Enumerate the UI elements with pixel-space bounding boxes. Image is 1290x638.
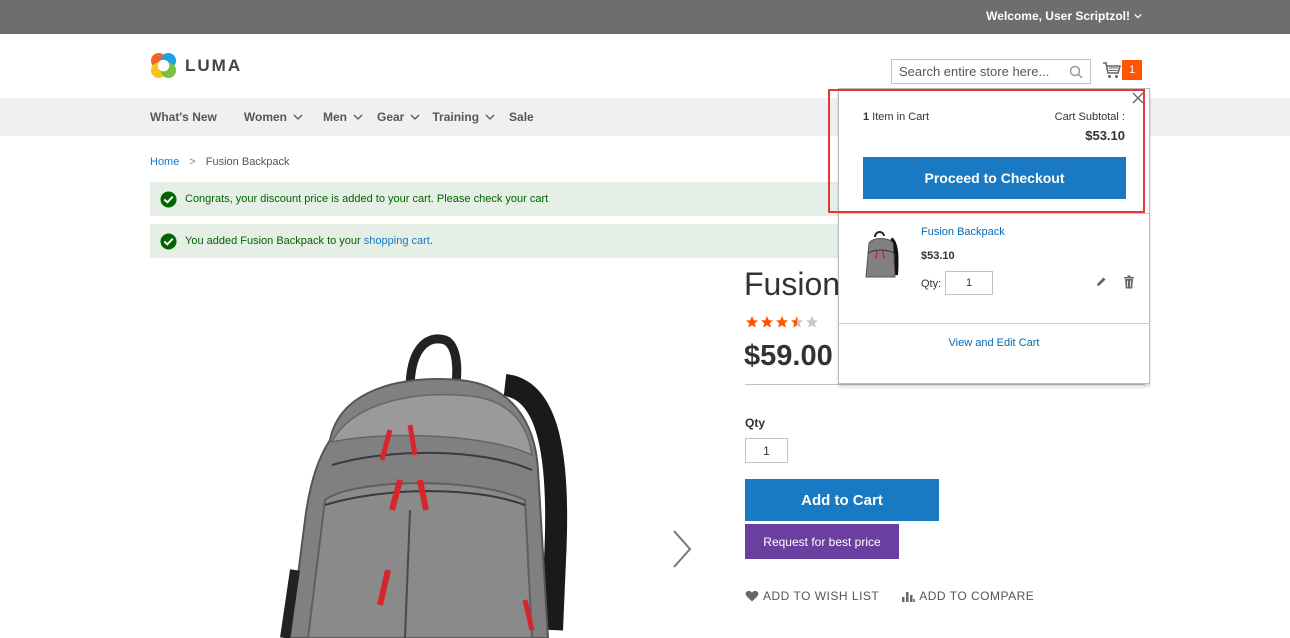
divider xyxy=(839,323,1149,324)
nav-item-label: Training xyxy=(432,110,480,124)
welcome-text: Welcome, User Scriptzol! xyxy=(986,9,1130,23)
search-box[interactable] xyxy=(891,59,1091,84)
shopping-cart-link[interactable]: shopping cart xyxy=(364,235,430,247)
cart-item-qty-input[interactable] xyxy=(945,271,993,295)
cart-item-name[interactable]: Fusion Backpack xyxy=(921,226,1005,238)
top-bar: Welcome, User Scriptzol! xyxy=(0,0,1290,34)
nav-item-label: Gear xyxy=(377,110,405,124)
chevron-down-icon xyxy=(1134,13,1142,19)
message-text: You added Fusion Backpack to your shoppi… xyxy=(185,235,433,247)
star-empty-icon xyxy=(806,316,818,328)
chevron-down-icon xyxy=(485,114,495,120)
edit-icon[interactable] xyxy=(1095,276,1107,288)
cart-item-qty-label: Qty: xyxy=(921,278,942,290)
star-icon xyxy=(761,316,773,328)
cart-icon[interactable] xyxy=(1102,60,1122,80)
chevron-right-icon[interactable] xyxy=(671,529,693,569)
check-circle-icon xyxy=(160,232,177,250)
nav-item-gear[interactable]: Gear xyxy=(377,110,420,124)
success-message-discount: Congrats, your discount price is added t… xyxy=(150,182,850,216)
message-text: Congrats, your discount price is added t… xyxy=(185,193,549,205)
store-logo[interactable]: LUMA xyxy=(150,52,242,79)
trash-icon[interactable] xyxy=(1123,275,1135,289)
nav-item-label: What's New xyxy=(150,110,217,124)
nav-item-training[interactable]: Training xyxy=(432,110,495,124)
product-image[interactable] xyxy=(270,330,590,638)
divider xyxy=(839,213,1149,214)
message-suffix: . xyxy=(429,235,433,247)
subtotal-value: $53.10 xyxy=(1085,128,1125,143)
search-input[interactable] xyxy=(899,64,1064,79)
check-circle-icon xyxy=(160,190,177,208)
star-icon xyxy=(746,316,758,328)
search-icon[interactable] xyxy=(1069,65,1083,79)
nav-item-women[interactable]: Women xyxy=(244,110,303,124)
breadcrumb-home[interactable]: Home xyxy=(150,156,179,168)
product-price: $59.00 xyxy=(744,340,833,372)
message-prefix: You added Fusion Backpack to your xyxy=(185,235,364,247)
chevron-down-icon xyxy=(410,114,420,120)
logo-text: LUMA xyxy=(185,55,243,75)
luma-logo-icon xyxy=(150,52,177,79)
nav-item-men[interactable]: Men xyxy=(323,110,363,124)
close-icon[interactable] xyxy=(1131,91,1145,105)
rating-stars[interactable] xyxy=(745,315,819,329)
item-count-label: Item in Cart xyxy=(869,111,930,123)
nav-item-label: Women xyxy=(243,110,287,124)
minicart-dropdown: 1 Item in Cart Cart Subtotal : $53.10 Pr… xyxy=(838,88,1150,384)
wishlist-label: ADD TO WISH LIST xyxy=(763,589,880,603)
product-title: Fusion xyxy=(744,266,841,302)
breadcrumb-separator: > xyxy=(189,156,196,168)
account-menu[interactable]: Welcome, User Scriptzol! xyxy=(986,9,1142,23)
add-to-compare-link[interactable]: ADD TO COMPARE xyxy=(901,589,1034,603)
nav-item-sale[interactable]: Sale xyxy=(509,110,534,124)
nav-item-label: Sale xyxy=(509,110,534,124)
add-to-cart-button[interactable]: Add to Cart xyxy=(745,479,939,521)
view-edit-cart-link[interactable]: View and Edit Cart xyxy=(839,337,1149,349)
product-actions: ADD TO WISH LIST ADD TO COMPARE xyxy=(745,589,1034,603)
star-icon xyxy=(776,316,788,328)
star-half-icon xyxy=(791,316,803,328)
compare-label: ADD TO COMPARE xyxy=(919,589,1035,603)
cart-item-thumbnail[interactable] xyxy=(863,229,899,279)
subtotal-label: Cart Subtotal : xyxy=(1054,111,1125,123)
cart-count-badge[interactable]: 1 xyxy=(1122,60,1142,80)
breadcrumb: Home > Fusion Backpack xyxy=(150,156,290,168)
proceed-to-checkout-button[interactable]: Proceed to Checkout xyxy=(863,157,1126,199)
nav-item-label: Men xyxy=(323,110,347,124)
qty-label: Qty xyxy=(745,416,766,430)
compare-icon xyxy=(902,592,916,602)
minicart-item-count: 1 Item in Cart xyxy=(863,111,929,123)
request-best-price-button[interactable]: Request for best price xyxy=(745,524,899,559)
chevron-down-icon xyxy=(353,114,363,120)
add-to-wishlist-link[interactable]: ADD TO WISH LIST xyxy=(745,589,879,603)
chevron-down-icon xyxy=(293,114,303,120)
qty-input[interactable] xyxy=(745,438,788,463)
success-message-added: You added Fusion Backpack to your shoppi… xyxy=(150,224,850,258)
breadcrumb-current: Fusion Backpack xyxy=(205,156,290,168)
heart-icon xyxy=(745,590,759,602)
nav-item-whats-new[interactable]: What's New xyxy=(150,110,217,124)
divider xyxy=(745,384,1145,385)
cart-item-price: $53.10 xyxy=(921,250,955,262)
